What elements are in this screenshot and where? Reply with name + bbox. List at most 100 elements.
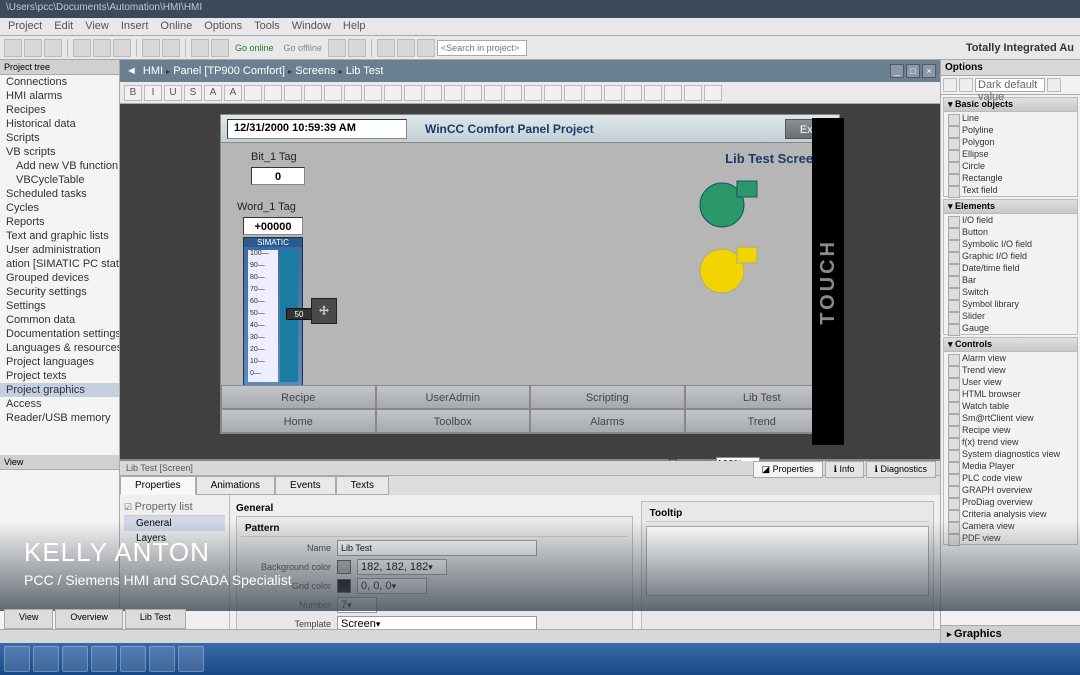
fmt-tool-icon[interactable]: [304, 85, 322, 101]
style-dropdown[interactable]: Dark default value: [975, 78, 1045, 92]
fmt-tool-icon[interactable]: [504, 85, 522, 101]
toolbox-item[interactable]: Button: [944, 226, 1077, 238]
pump-green-icon[interactable]: [695, 175, 759, 232]
toolbox-item[interactable]: GRAPH overview: [944, 484, 1077, 496]
canvas[interactable]: 12/31/2000 10:59:39 AM WinCC Comfort Pan…: [120, 104, 940, 459]
fmt-tool-icon[interactable]: [364, 85, 382, 101]
fmt-tool-icon[interactable]: [524, 85, 542, 101]
menu-edit[interactable]: Edit: [54, 20, 73, 33]
proplist-item[interactable]: General: [124, 516, 225, 531]
fmt-u-button[interactable]: U: [164, 85, 182, 101]
tree-item[interactable]: Access: [0, 397, 119, 411]
fmt-tool-icon[interactable]: [244, 85, 262, 101]
name-input[interactable]: [337, 540, 537, 556]
tree-item[interactable]: Project graphics: [0, 383, 119, 397]
toolbox-item[interactable]: Gauge: [944, 322, 1077, 334]
fmt-tool-icon[interactable]: [644, 85, 662, 101]
toolbox-item[interactable]: Line: [944, 112, 1077, 124]
graphics-header[interactable]: ▸ Graphics: [940, 625, 1080, 643]
taskbar-app-icon[interactable]: [149, 646, 175, 672]
fmt-s-button[interactable]: S: [184, 85, 202, 101]
taskbar-app-icon[interactable]: [120, 646, 146, 672]
fmt-tool-icon[interactable]: [404, 85, 422, 101]
tree-item[interactable]: Text and graphic lists: [0, 229, 119, 243]
fmt-tool-icon[interactable]: [344, 85, 362, 101]
tree-item[interactable]: Languages & resources: [0, 341, 119, 355]
compile-icon[interactable]: [191, 39, 209, 57]
word-tag-value[interactable]: +00000: [243, 217, 303, 235]
fmt-tool-icon[interactable]: [444, 85, 462, 101]
toolbox-item[interactable]: I/O field: [944, 214, 1077, 226]
fmt-tool-icon[interactable]: [424, 85, 442, 101]
x1-icon[interactable]: [377, 39, 395, 57]
new-icon[interactable]: [4, 39, 22, 57]
fmt-tool-icon[interactable]: [264, 85, 282, 101]
toolbox-item[interactable]: PDF view: [944, 532, 1077, 544]
fmt-a-button[interactable]: A: [224, 85, 242, 101]
gridcolor-combo[interactable]: 0, 0, 0 ▾: [357, 578, 427, 594]
menu-window[interactable]: Window: [292, 20, 331, 33]
maximize-icon[interactable]: □: [906, 64, 920, 78]
hmi-screen[interactable]: 12/31/2000 10:59:39 AM WinCC Comfort Pan…: [220, 114, 840, 434]
fmt-tool-icon[interactable]: [284, 85, 302, 101]
toolbox-item[interactable]: Text field: [944, 184, 1077, 196]
tree-item[interactable]: Add new VB function: [0, 159, 119, 173]
proplist-item[interactable]: Layers: [124, 531, 225, 546]
toolbox-item[interactable]: Sm@rtClient view: [944, 412, 1077, 424]
cut-icon[interactable]: [73, 39, 91, 57]
bgcolor-swatch[interactable]: [337, 560, 351, 574]
toolbox-item[interactable]: Watch table: [944, 400, 1077, 412]
tree-item[interactable]: Security settings: [0, 285, 119, 299]
taskbar-app-icon[interactable]: [178, 646, 204, 672]
toolbox-item[interactable]: Switch: [944, 286, 1077, 298]
fmt-tool-icon[interactable]: [664, 85, 682, 101]
group-header[interactable]: ▾ Elements: [944, 200, 1077, 214]
toolbox-item[interactable]: PLC code view: [944, 472, 1077, 484]
toolbox-item[interactable]: Graphic I/O field: [944, 250, 1077, 262]
slider-thumb[interactable]: 50: [286, 308, 312, 320]
bit-tag-value[interactable]: 0: [251, 167, 305, 185]
fmt-tool-icon[interactable]: [624, 85, 642, 101]
editor-tab[interactable]: Overview: [55, 609, 123, 629]
group-header[interactable]: ▾ Controls: [944, 338, 1077, 352]
tree-item[interactable]: Connections: [0, 75, 119, 89]
tree-item[interactable]: ation [SIMATIC PC stat...: [0, 257, 119, 271]
fmt-tool-icon[interactable]: [584, 85, 602, 101]
toolbox-item[interactable]: Symbolic I/O field: [944, 238, 1077, 250]
tree-item[interactable]: Settings: [0, 299, 119, 313]
prop-tab[interactable]: Texts: [336, 476, 389, 495]
fmt-tool-icon[interactable]: [604, 85, 622, 101]
prop-tab[interactable]: Events: [275, 476, 336, 495]
crumb-segment[interactable]: Panel [TP900 Comfort]: [173, 65, 285, 77]
taskbar-app-icon[interactable]: [62, 646, 88, 672]
tree-item[interactable]: HMI alarms: [0, 89, 119, 103]
inspector-tab[interactable]: ◪ Properties: [753, 461, 823, 478]
slider-control[interactable]: SIMATIC 100—90—80—70—60—50—40—30—20—10—0…: [243, 237, 303, 387]
search-input[interactable]: [437, 40, 527, 56]
tree-item[interactable]: Scheduled tasks: [0, 187, 119, 201]
menu-tools[interactable]: Tools: [254, 20, 280, 33]
toolbox-item[interactable]: Polygon: [944, 136, 1077, 148]
download-icon[interactable]: [211, 39, 229, 57]
tree-item[interactable]: Reader/USB memory: [0, 411, 119, 425]
fmt-b-button[interactable]: B: [124, 85, 142, 101]
tree-item[interactable]: Project languages: [0, 355, 119, 369]
x3-icon[interactable]: [417, 39, 435, 57]
tree-item[interactable]: User administration: [0, 243, 119, 257]
fmt-i-button[interactable]: I: [144, 85, 162, 101]
tool2-icon[interactable]: [959, 78, 973, 92]
stop-icon[interactable]: [348, 39, 366, 57]
toolbox-item[interactable]: Circle: [944, 160, 1077, 172]
menu-view[interactable]: View: [85, 20, 109, 33]
menu-insert[interactable]: Insert: [121, 20, 149, 33]
tool3-icon[interactable]: [1047, 78, 1061, 92]
pump-yellow-icon[interactable]: [695, 241, 759, 298]
fmt-a-button[interactable]: A: [204, 85, 222, 101]
menu-project[interactable]: Project: [8, 20, 42, 33]
crumb-segment[interactable]: HMI: [143, 65, 163, 77]
toolbox-item[interactable]: ProDiag overview: [944, 496, 1077, 508]
tree-item[interactable]: Reports: [0, 215, 119, 229]
editor-tab[interactable]: View: [4, 609, 53, 629]
go-offline-button[interactable]: Go offline: [284, 43, 322, 53]
editor-tab[interactable]: Lib Test: [125, 609, 186, 629]
